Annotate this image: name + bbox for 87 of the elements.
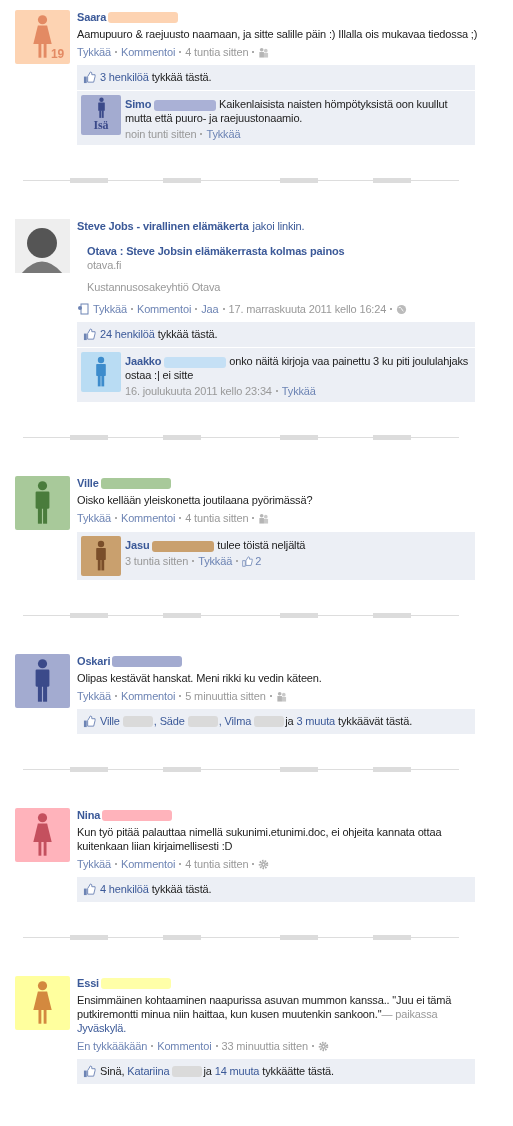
like-link[interactable]: Tykkää bbox=[281, 384, 316, 398]
like-icon bbox=[83, 883, 96, 896]
name-redaction bbox=[172, 1066, 203, 1077]
people-icon[interactable] bbox=[258, 46, 270, 58]
name-link[interactable]: 4 henkilöä bbox=[100, 882, 149, 897]
name-link[interactable]: Ville bbox=[100, 714, 120, 729]
like-link[interactable]: Tykkää bbox=[206, 127, 241, 141]
author-name[interactable]: Essi bbox=[77, 976, 100, 990]
author-name[interactable]: Saara bbox=[77, 10, 107, 24]
like-link[interactable]: Tykkää bbox=[198, 554, 233, 568]
action-link[interactable]: Tykkää bbox=[77, 689, 111, 703]
location-link[interactable]: Jyväskylä. bbox=[77, 1022, 127, 1034]
avatar-silhouette[interactable] bbox=[15, 219, 70, 273]
post-text: Aamupuuro & raejuusto naamaan, ja sitte salille päin :) Illalla ois mukavaa tiedossa ;) bbox=[77, 27, 479, 41]
likes-summary: Sinä, Katariina ja 14 muuta tykkäätte tästä. bbox=[77, 1059, 475, 1084]
name-link[interactable]: 14 muuta bbox=[214, 1064, 260, 1079]
commenter-name[interactable]: Simo bbox=[125, 98, 152, 110]
gear-icon[interactable] bbox=[317, 1040, 329, 1052]
likes-summary: 4 henkilöä tykkää tästä. bbox=[77, 877, 475, 902]
timestamp: 5 minuuttia sitten bbox=[185, 689, 266, 703]
action-link[interactable]: En tykkääkään bbox=[77, 1039, 148, 1053]
name-link[interactable]: 3 muuta bbox=[296, 714, 336, 729]
post-text: Ensimmäinen kohtaaminen naapurissa asuvan mummon kanssa.. "Juu ei tämä putkiremontti minua niin haittaa, kun kusen muutenkin sankoon."— paikassa Jyväskylä. bbox=[77, 993, 453, 1035]
likes-summary: Ville , Säde , Vilma ja 3 muuta tykkäävät tästä. bbox=[77, 709, 475, 734]
avatar[interactable] bbox=[81, 536, 121, 576]
like-icon bbox=[83, 1065, 96, 1078]
people-icon[interactable] bbox=[275, 690, 287, 702]
action-link[interactable]: Jaa bbox=[201, 302, 219, 316]
action-link[interactable]: Kommentoi bbox=[136, 302, 192, 316]
action-link[interactable]: Tykkää bbox=[77, 857, 111, 871]
commenter-name[interactable]: Jaakko bbox=[125, 355, 162, 367]
likes-summary: 24 henkilöä tykkää tästä. bbox=[77, 322, 475, 347]
commenter-name[interactable]: Jasu bbox=[125, 539, 150, 551]
action-link[interactable]: Kommentoi bbox=[120, 689, 176, 703]
author-name[interactable]: Steve Jobs - virallinen elämäkerta bbox=[77, 219, 249, 233]
name-link[interactable]: 24 henkilöä bbox=[100, 327, 155, 342]
timestamp: 4 tuntia sitten bbox=[185, 857, 249, 871]
people-icon[interactable] bbox=[258, 512, 270, 524]
link-title[interactable]: Otava : Steve Jobsin elämäkerrasta kolmas painos bbox=[87, 244, 475, 258]
action-link[interactable]: Kommentoi bbox=[120, 511, 176, 525]
likes-summary: 3 henkilöä tykkää tästä. bbox=[77, 65, 475, 90]
globe-icon[interactable] bbox=[396, 303, 408, 315]
avatar[interactable] bbox=[15, 476, 70, 530]
comment-text: Simo Kaikenlaisista naisten hömpötyksistä oon kuullut mutta että puuro- ja raejuustonaamio. bbox=[125, 97, 449, 125]
name-link[interactable]: Katariina bbox=[127, 1064, 170, 1079]
name-redaction bbox=[122, 716, 153, 727]
link-source: Kustannusosakeyhtiö Otava bbox=[87, 280, 222, 294]
timestamp: 3 tuntia sitten bbox=[125, 554, 189, 568]
comment-text: Jaakko onko näitä kirjoja vaa painettu 3 ku piti joululahjaks ostaa :| ei sitte bbox=[125, 354, 470, 382]
name-redaction bbox=[187, 716, 218, 727]
name-redaction bbox=[254, 716, 285, 727]
comment-text: Jasu tulee töistä neljältä bbox=[125, 538, 307, 552]
name-link[interactable]: , Säde bbox=[153, 714, 185, 729]
author-name[interactable]: Oskari bbox=[77, 654, 111, 668]
avatar[interactable] bbox=[15, 654, 70, 708]
avatar[interactable] bbox=[15, 808, 70, 862]
timestamp: 4 tuntia sitten bbox=[185, 511, 249, 525]
timestamp: 17. marraskuuta 2011 kello 16:24 bbox=[228, 302, 387, 316]
avatar-age: 19 bbox=[50, 47, 64, 61]
action-link[interactable]: Kommentoi bbox=[120, 45, 176, 59]
avatar[interactable] bbox=[81, 352, 121, 392]
action-link[interactable]: Tykkää bbox=[77, 511, 111, 525]
post-text: Oisko kellään yleiskonetta joutilaana pyörimässä? bbox=[77, 493, 314, 507]
avatar-label: Isä bbox=[92, 118, 110, 133]
like-icon bbox=[83, 328, 96, 341]
gear-icon[interactable] bbox=[258, 858, 270, 870]
name-link[interactable]: 3 henkilöä bbox=[100, 70, 149, 85]
action-text: jakoi linkin. bbox=[252, 219, 305, 233]
action-link[interactable]: Kommentoi bbox=[157, 1039, 212, 1053]
name-link[interactable]: , Vilma bbox=[218, 714, 252, 729]
action-link[interactable]: Kommentoi bbox=[120, 857, 176, 871]
timestamp: noin tunti sitten bbox=[125, 127, 197, 141]
like-count[interactable]: 2 bbox=[242, 554, 262, 568]
author-name[interactable]: Ville bbox=[77, 476, 99, 490]
timestamp: 4 tuntia sitten bbox=[185, 45, 249, 59]
post-text: Kun työ pitää palauttaa nimellä sukunimi.etunimi.doc, ei ohjeita kannata ottaa kuitenkaan liian kirjaimellisesti :D bbox=[77, 825, 443, 853]
avatar[interactable] bbox=[15, 976, 70, 1030]
action-link[interactable]: Tykkää bbox=[93, 302, 127, 316]
timestamp: 33 minuuttia sitten bbox=[221, 1039, 308, 1053]
post-text: Olipas kestävät hanskat. Meni rikki ku vedin käteen. bbox=[77, 671, 323, 685]
timestamp: 16. joulukuuta 2011 kello 23:34 bbox=[125, 384, 272, 398]
action-link[interactable]: Tykkää bbox=[77, 45, 111, 59]
author-name[interactable]: Nina bbox=[77, 808, 101, 822]
like-icon bbox=[83, 71, 96, 84]
like-icon bbox=[83, 715, 96, 728]
link-domain: otava.fi bbox=[87, 258, 123, 272]
avatar[interactable]: Isä bbox=[81, 95, 121, 135]
